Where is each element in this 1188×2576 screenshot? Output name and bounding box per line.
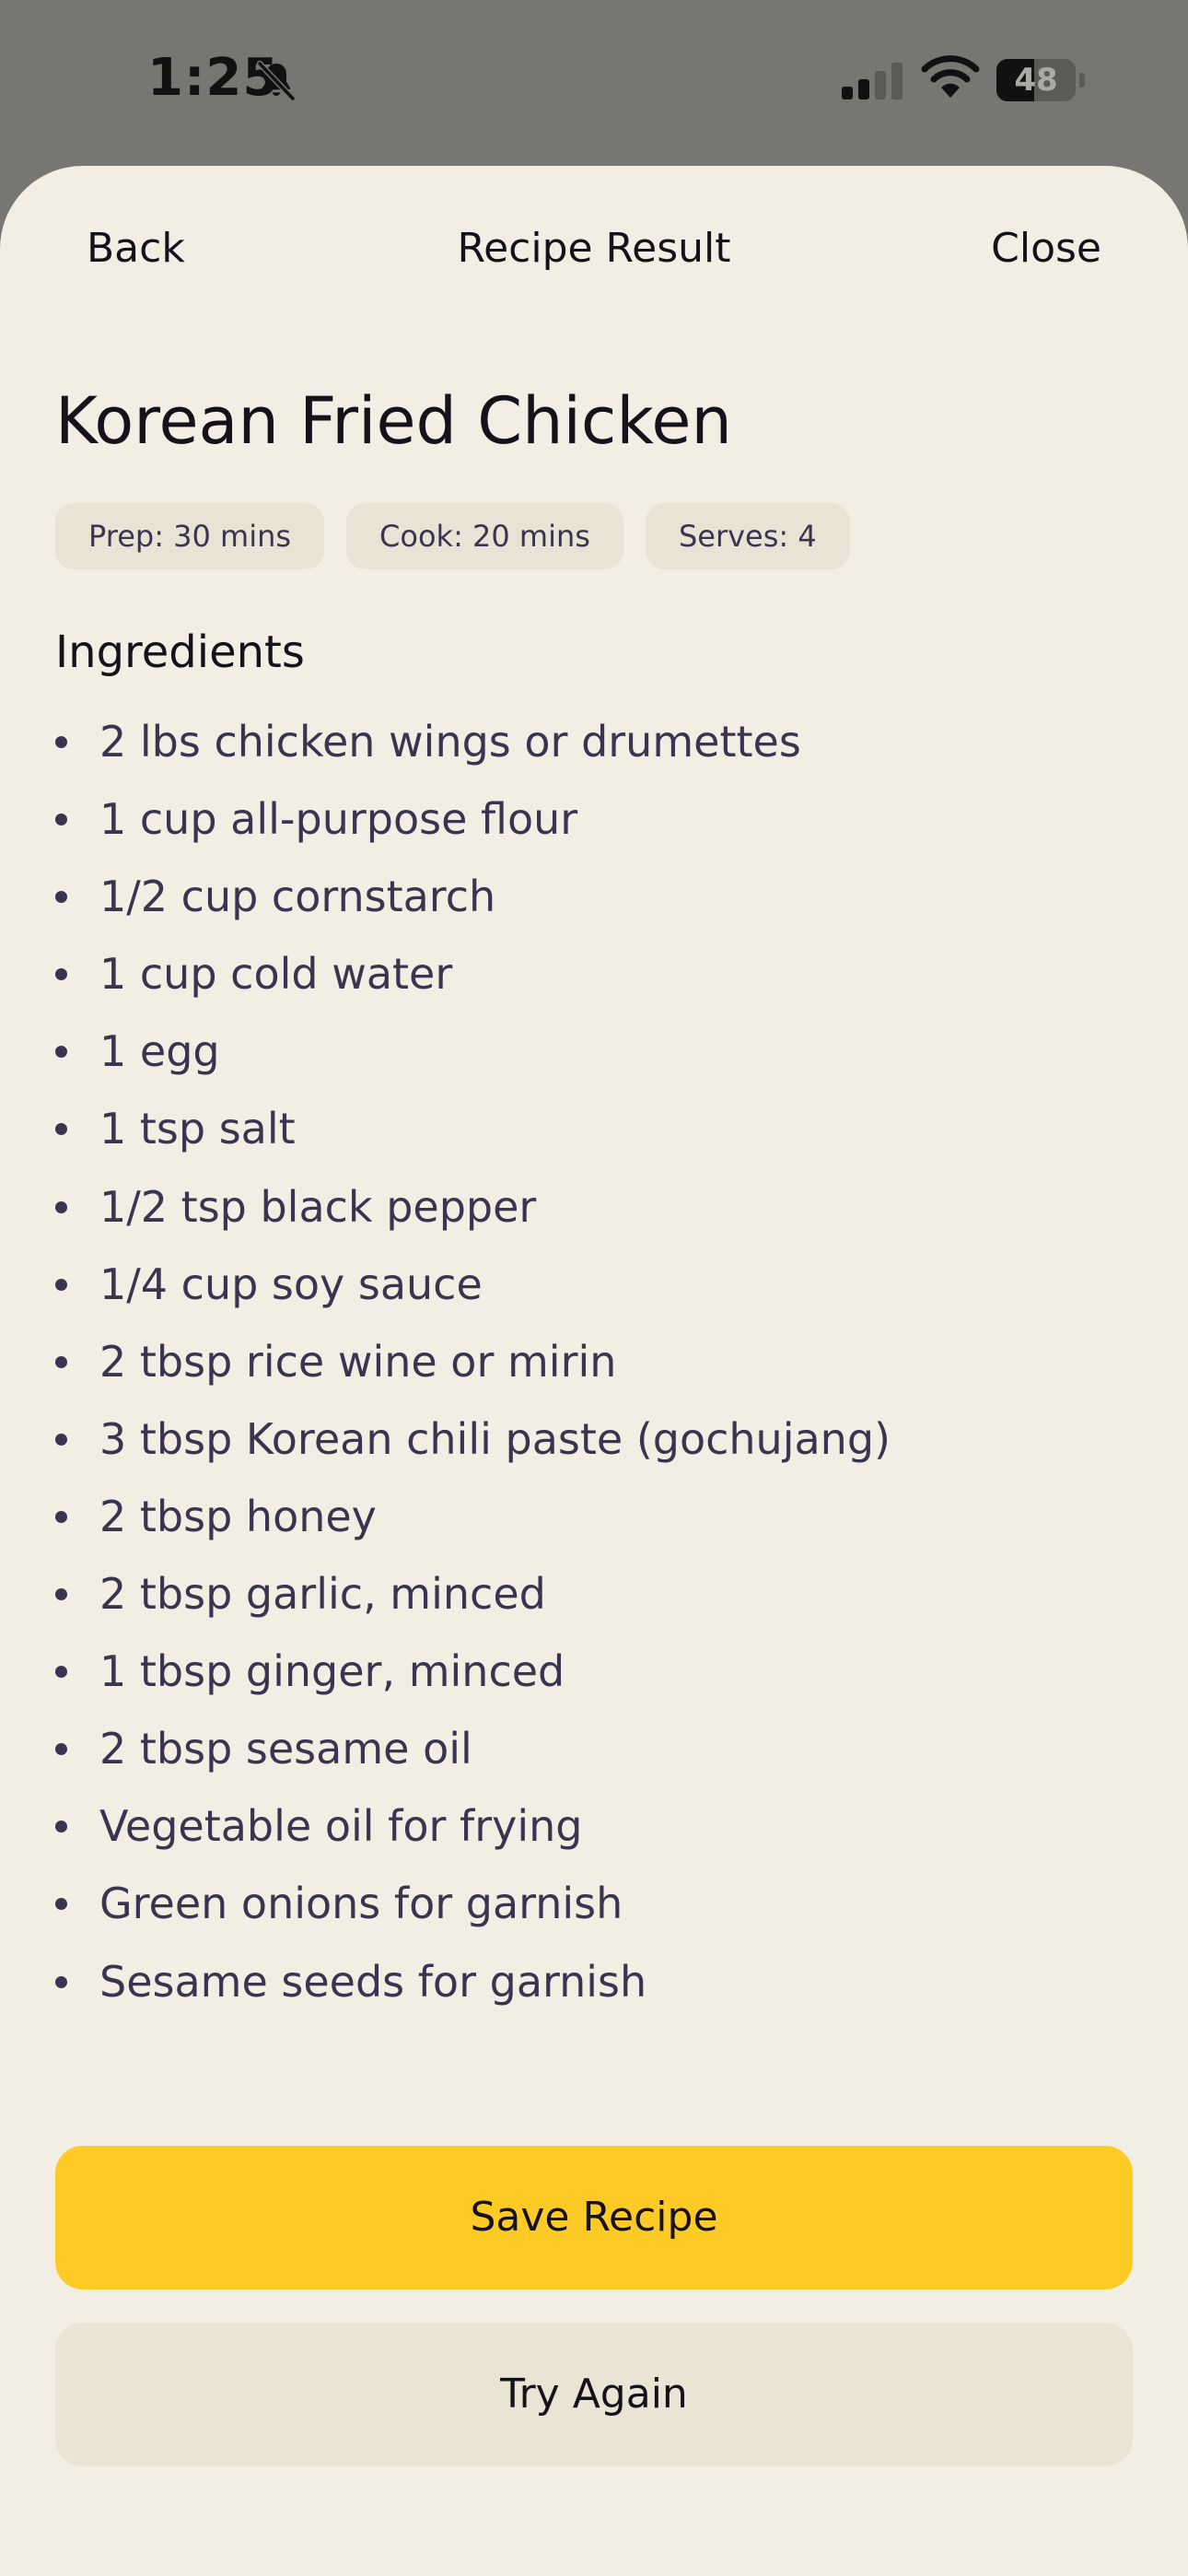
recipe-meta: Prep: 30 mins Cook: 20 mins Serves: 4: [55, 503, 850, 569]
ingredient-item: 2 tbsp rice wine or mirin: [55, 1323, 891, 1400]
ingredient-item: 1/2 tsp black pepper: [55, 1168, 891, 1246]
save-recipe-button[interactable]: Save Recipe: [55, 2146, 1133, 2289]
try-again-button[interactable]: Try Again: [55, 2323, 1133, 2466]
status-bar: 1:25 48: [0, 0, 1188, 166]
ingredient-item: Vegetable oil for frying: [55, 1787, 891, 1865]
recipe-sheet: Recipe Result Back Close Korean Fried Ch…: [0, 166, 1188, 2576]
ingredient-item: 1 cup cold water: [55, 935, 891, 1013]
ingredient-item: 1/4 cup soy sauce: [55, 1246, 891, 1323]
ingredient-item: 1 tsp salt: [55, 1090, 891, 1167]
ingredient-item: Sesame seeds for garnish: [55, 1943, 891, 2020]
ingredient-item: 2 lbs chicken wings or drumettes: [55, 703, 891, 780]
ingredient-item: 2 tbsp garlic, minced: [55, 1555, 891, 1633]
ingredient-item: 2 tbsp honey: [55, 1478, 891, 1555]
nav-bar: Recipe Result Back Close: [0, 166, 1188, 332]
ingredient-item: 1 cup all-purpose flour: [55, 780, 891, 858]
close-button[interactable]: Close: [991, 225, 1101, 272]
ingredients-list: 2 lbs chicken wings or drumettes 1 cup a…: [55, 703, 891, 2020]
recipe-title: Korean Fried Chicken: [55, 383, 732, 459]
wifi-icon: [921, 55, 980, 98]
battery-indicator: 48: [996, 59, 1085, 101]
cellular-signal-icon: [842, 63, 903, 100]
ingredient-item: Green onions for garnish: [55, 1865, 891, 1942]
ingredient-item: 1 tbsp ginger, minced: [55, 1633, 891, 1710]
ingredient-item: 1 egg: [55, 1013, 891, 1090]
back-button[interactable]: Back: [87, 225, 185, 272]
servings-chip: Serves: 4: [645, 503, 850, 569]
battery-level: 48: [1014, 62, 1058, 99]
ingredient-item: 3 tbsp Korean chili paste (gochujang): [55, 1400, 891, 1478]
ingredient-item: 2 tbsp sesame oil: [55, 1710, 891, 1787]
ingredient-item: 1/2 cup cornstarch: [55, 858, 891, 935]
ingredients-heading: Ingredients: [55, 626, 305, 678]
cook-time-chip: Cook: 20 mins: [346, 503, 623, 569]
bell-slash-icon: [256, 60, 297, 102]
prep-time-chip: Prep: 30 mins: [55, 503, 325, 569]
